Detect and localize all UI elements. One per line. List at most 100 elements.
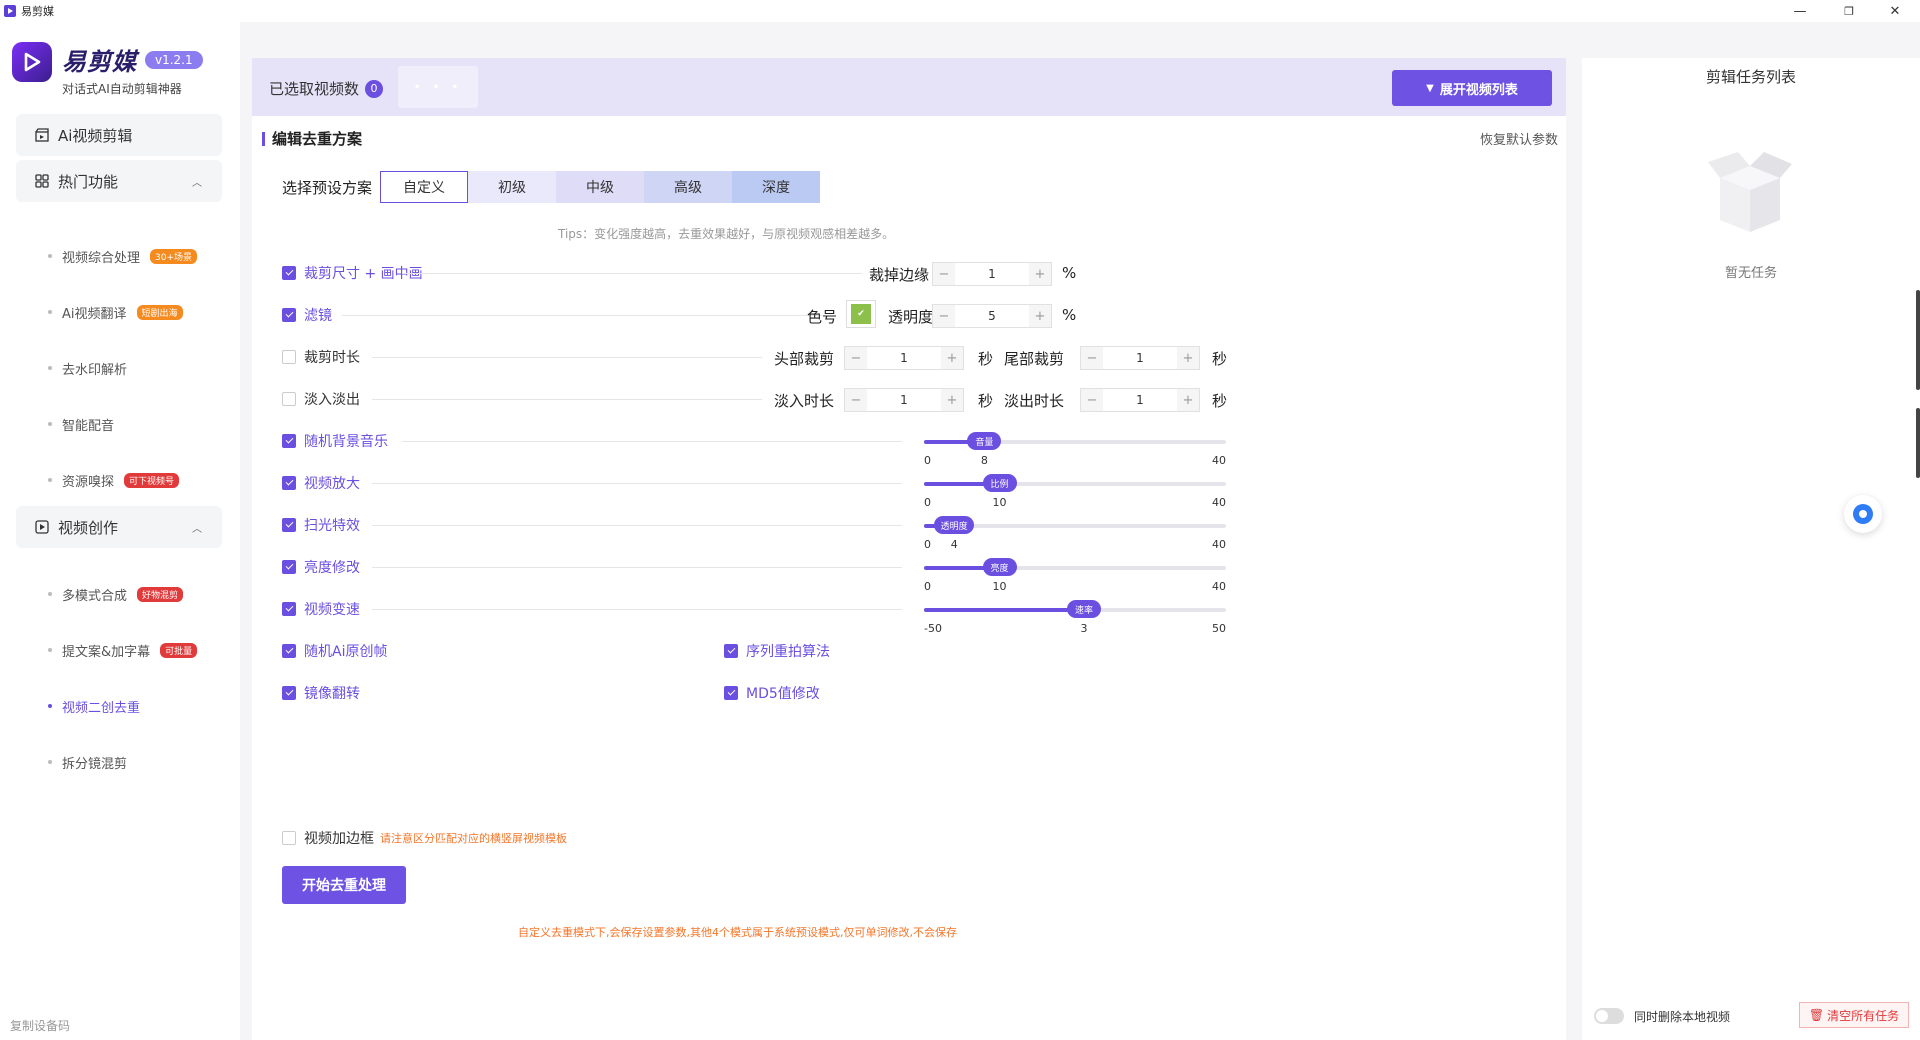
minus-icon[interactable]: − bbox=[1081, 347, 1103, 369]
option-ai-frame[interactable]: 随机Ai原创帧 bbox=[282, 640, 387, 662]
minus-icon[interactable]: − bbox=[845, 389, 867, 411]
delete-local-label: 同时删除本地视频 bbox=[1634, 1010, 1731, 1024]
maximize-button[interactable]: ❐ bbox=[1827, 0, 1871, 22]
option-brightness[interactable]: 亮度修改 bbox=[282, 556, 360, 578]
plus-icon[interactable]: + bbox=[941, 347, 963, 369]
brightness-slider[interactable]: 亮度 0 10 40 bbox=[924, 556, 1226, 596]
checkbox[interactable] bbox=[282, 518, 296, 532]
option-reorder[interactable]: 序列重拍算法 bbox=[724, 640, 830, 662]
stepper-value[interactable]: 1 bbox=[867, 351, 941, 365]
minus-icon[interactable]: − bbox=[933, 263, 955, 285]
plus-icon[interactable]: + bbox=[1029, 263, 1051, 285]
scale-slider[interactable]: 比例 0 10 40 bbox=[924, 472, 1226, 512]
minus-icon[interactable]: − bbox=[1081, 389, 1103, 411]
head-trim-label: 头部裁剪 bbox=[774, 350, 835, 368]
restore-defaults-link[interactable]: 恢复默认参数 bbox=[1480, 129, 1558, 148]
option-filter[interactable]: 滤镜 bbox=[282, 304, 332, 326]
minus-icon[interactable]: − bbox=[845, 347, 867, 369]
more-button[interactable]: • • • bbox=[398, 66, 478, 108]
checkbox[interactable] bbox=[282, 350, 296, 364]
fade-out-stepper[interactable]: −1 + bbox=[1080, 388, 1200, 412]
crop-edge-stepper[interactable]: −1 + bbox=[932, 262, 1052, 286]
option-bgm[interactable]: 随机背景音乐 bbox=[282, 430, 388, 452]
option-mirror[interactable]: 镜像翻转 bbox=[282, 682, 360, 704]
slider-thumb[interactable]: 音量 bbox=[967, 432, 1002, 450]
option-speed[interactable]: 视频变速 bbox=[282, 598, 360, 620]
stepper-value[interactable]: 1 bbox=[1103, 351, 1177, 365]
speed-slider[interactable]: 速率 -50 3 50 bbox=[924, 598, 1226, 638]
option-border[interactable]: 视频加边框 请注意区分匹配对应的横竖屏视频模板 bbox=[282, 828, 567, 848]
checkbox[interactable] bbox=[724, 644, 738, 658]
plus-icon[interactable]: + bbox=[941, 389, 963, 411]
sidebar-item-dedup[interactable]: 视频二创去重 bbox=[48, 696, 140, 716]
sweep-opacity-slider[interactable]: 透明度 0 4 40 bbox=[924, 514, 1226, 554]
checkbox[interactable] bbox=[282, 602, 296, 616]
copy-device-code-link[interactable]: 复制设备码 bbox=[10, 1017, 70, 1034]
slider-thumb[interactable]: 比例 bbox=[982, 474, 1017, 492]
slider-thumb[interactable]: 速率 bbox=[1067, 600, 1102, 618]
checkbox[interactable] bbox=[282, 831, 296, 845]
head-trim-stepper[interactable]: −1 + bbox=[844, 346, 964, 370]
slider-thumb[interactable]: 透明度 bbox=[934, 516, 975, 534]
checkbox[interactable] bbox=[282, 644, 296, 658]
checkbox[interactable] bbox=[724, 686, 738, 700]
start-dedup-button[interactable]: 开始去重处理 bbox=[282, 866, 406, 904]
option-zoom[interactable]: 视频放大 bbox=[282, 472, 360, 494]
preset-advanced[interactable]: 高级 bbox=[644, 171, 733, 203]
checkbox[interactable] bbox=[282, 686, 296, 700]
tail-trim-stepper[interactable]: −1 + bbox=[1080, 346, 1200, 370]
fade-in-stepper[interactable]: −1 + bbox=[844, 388, 964, 412]
slider-max: 40 bbox=[1212, 454, 1226, 467]
stepper-value[interactable]: 1 bbox=[1103, 393, 1177, 407]
nav-ai-edit[interactable]: Ai视频剪辑 bbox=[16, 114, 222, 156]
nav-video-create[interactable]: 视频创作 ︿ bbox=[16, 506, 222, 548]
slider-value: 4 bbox=[950, 538, 958, 551]
minimize-button[interactable]: — bbox=[1778, 0, 1822, 22]
stepper-value[interactable]: 5 bbox=[955, 309, 1029, 323]
checkbox[interactable] bbox=[282, 266, 296, 280]
sidebar-item-label: Ai视频翻译 bbox=[62, 306, 127, 322]
checkbox[interactable] bbox=[282, 560, 296, 574]
delete-local-toggle[interactable] bbox=[1594, 1008, 1624, 1024]
preset-custom[interactable]: 自定义 bbox=[380, 171, 469, 203]
stepper-value[interactable]: 1 bbox=[867, 393, 941, 407]
edge-handle bbox=[1916, 290, 1920, 390]
sidebar-item-voiceover[interactable]: 智能配音 bbox=[48, 414, 114, 434]
option-trim[interactable]: 裁剪时长 bbox=[282, 346, 360, 368]
sidebar-item-subtitle[interactable]: 提文案&加字幕 可批量 bbox=[48, 640, 198, 660]
sidebar-item-sniff[interactable]: 资源嗅探 可下视频号 bbox=[48, 470, 180, 490]
checkbox[interactable] bbox=[282, 392, 296, 406]
stepper-value[interactable]: 1 bbox=[955, 267, 1029, 281]
checkbox[interactable] bbox=[282, 308, 296, 322]
option-label: 扫光特效 bbox=[304, 518, 360, 534]
plus-icon[interactable]: + bbox=[1177, 389, 1199, 411]
sidebar-item-split-mix[interactable]: 拆分镜混剪 bbox=[48, 752, 127, 772]
sidebar-item-label: 视频综合处理 bbox=[62, 250, 141, 266]
plus-icon[interactable]: + bbox=[1029, 305, 1051, 327]
minus-icon[interactable]: − bbox=[933, 305, 955, 327]
checkbox[interactable] bbox=[282, 476, 296, 490]
expand-video-list-button[interactable]: ▼ 展开视频列表 bbox=[1392, 70, 1552, 106]
sidebar-item-multimode[interactable]: 多模式合成 好物混剪 bbox=[48, 584, 184, 604]
slider-thumb[interactable]: 亮度 bbox=[982, 558, 1017, 576]
plus-icon[interactable]: + bbox=[1177, 347, 1199, 369]
opacity-stepper[interactable]: −5 + bbox=[932, 304, 1052, 328]
option-fade[interactable]: 淡入淡出 bbox=[282, 388, 360, 410]
color-picker[interactable]: ✔ bbox=[846, 300, 876, 328]
preset-medium[interactable]: 中级 bbox=[556, 171, 645, 203]
sidebar-item-video-process[interactable]: 视频综合处理 30+场景 bbox=[48, 246, 198, 266]
preset-basic[interactable]: 初级 bbox=[468, 171, 557, 203]
assistant-float-button[interactable] bbox=[1844, 495, 1882, 533]
sidebar-item-watermark[interactable]: 去水印解析 bbox=[48, 358, 127, 378]
preset-deep[interactable]: 深度 bbox=[732, 171, 821, 203]
sidebar-item-ai-translate[interactable]: Ai视频翻译 短剧出海 bbox=[48, 302, 183, 322]
volume-slider[interactable]: 音量 0 8 40 bbox=[924, 430, 1226, 470]
nav-hot-features[interactable]: 热门功能 ︿ bbox=[16, 160, 222, 202]
option-sweep[interactable]: 扫光特效 bbox=[282, 514, 360, 536]
empty-box-icon bbox=[1708, 152, 1792, 232]
option-md5[interactable]: MD5值修改 bbox=[724, 682, 820, 704]
close-button[interactable]: ✕ bbox=[1873, 0, 1917, 22]
divider bbox=[372, 525, 902, 526]
clear-all-tasks-button[interactable]: 🗑 清空所有任务 bbox=[1799, 1002, 1909, 1028]
checkbox[interactable] bbox=[282, 434, 296, 448]
